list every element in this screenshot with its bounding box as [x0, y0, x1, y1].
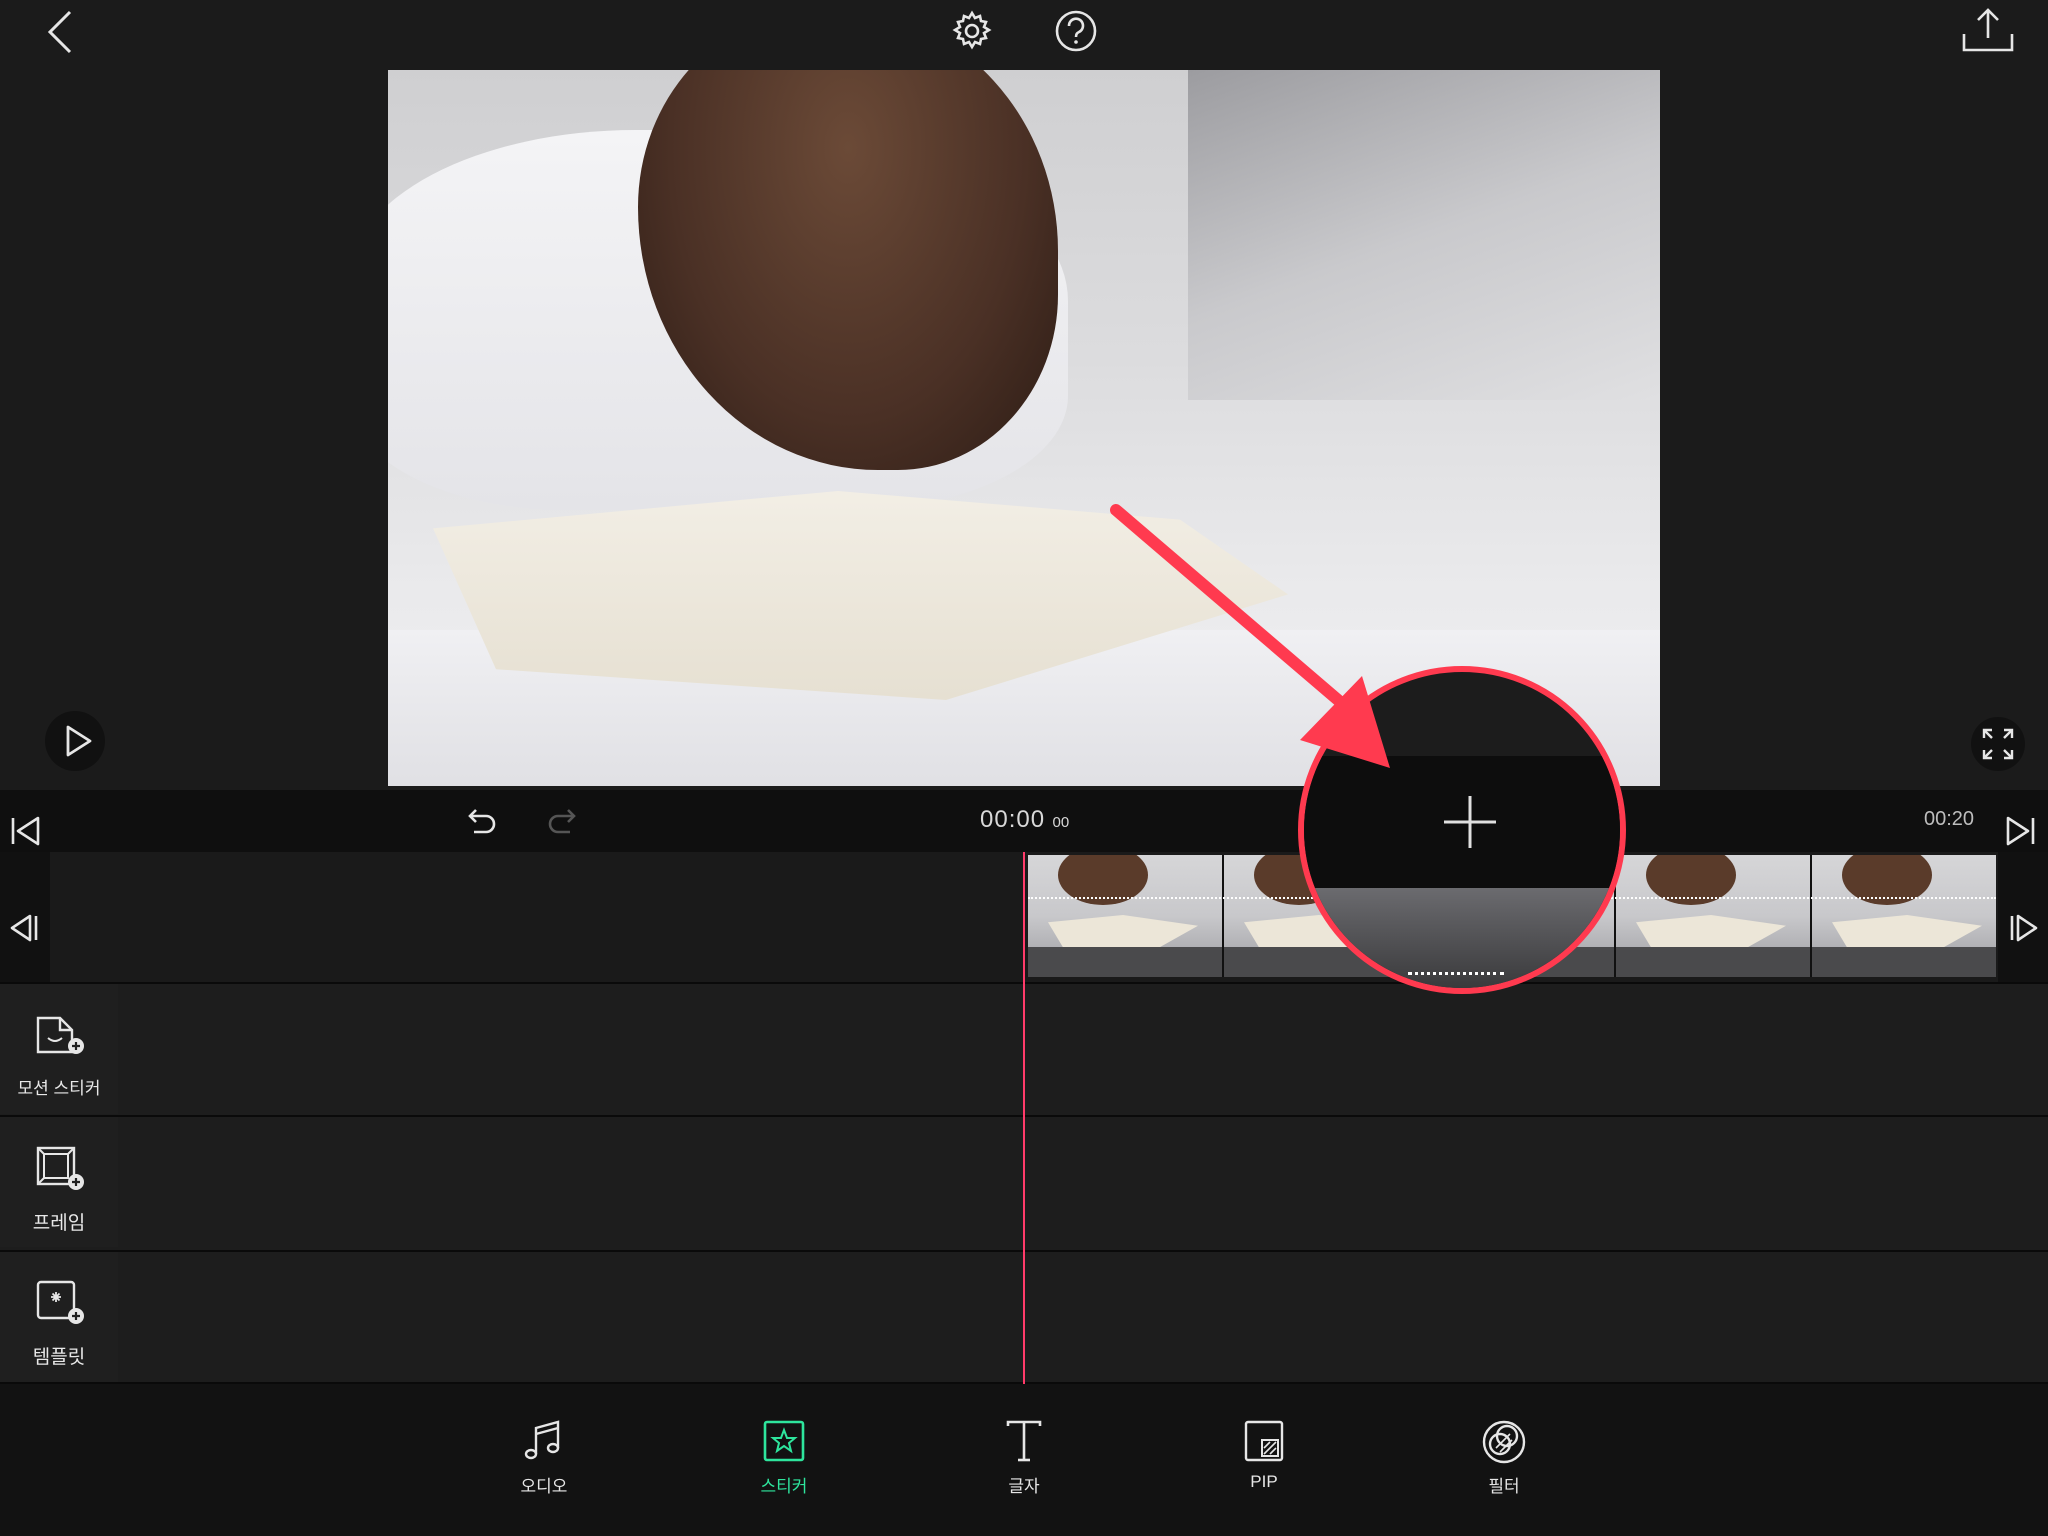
tool-label: 오디오 — [520, 1477, 568, 1496]
share-upload-icon — [1962, 8, 2014, 52]
prev-frame-icon — [10, 914, 38, 942]
current-time-value: 00:00 — [980, 806, 1046, 833]
text-icon — [1006, 1420, 1042, 1462]
end-time: 00:20 — [1924, 808, 1975, 830]
zoom-audio-line — [1408, 972, 1504, 975]
prev-frame-button[interactable] — [8, 912, 40, 944]
frame-add-button[interactable] — [34, 1144, 86, 1194]
motion-sticker-add-button[interactable] — [34, 1010, 86, 1060]
redo-icon — [548, 809, 576, 834]
fullscreen-button[interactable] — [1970, 716, 2026, 772]
play-button[interactable] — [44, 710, 106, 772]
playhead[interactable] — [1023, 852, 1025, 1384]
tool-pip[interactable]: PIP — [1194, 1418, 1334, 1492]
filter-icon — [1482, 1420, 1526, 1464]
current-frames-value: 00 — [1052, 814, 1070, 831]
next-frame-icon — [2010, 914, 2038, 942]
gear-icon — [952, 10, 992, 50]
tool-label: 스티커 — [760, 1477, 808, 1496]
track-label: 모션 스티커 — [17, 1079, 101, 1098]
preview-pillows — [1188, 70, 1660, 400]
sticker-icon — [763, 1420, 805, 1462]
settings-button[interactable] — [950, 9, 994, 53]
track-label: 템플릿 — [32, 1347, 86, 1368]
tool-label: PIP — [1250, 1472, 1278, 1491]
help-button[interactable] — [1054, 9, 1098, 53]
back-button[interactable] — [40, 8, 84, 56]
track-label: 프레임 — [32, 1213, 86, 1234]
question-circle-icon — [1055, 10, 1097, 52]
jump-to-start-button[interactable] — [8, 814, 42, 848]
tool-filter[interactable]: 필터 — [1434, 1418, 1574, 1497]
fullscreen-icon — [1971, 717, 2025, 771]
template-add-button[interactable] — [34, 1278, 86, 1328]
chevron-left-icon — [47, 10, 72, 54]
tool-label: 필터 — [1488, 1477, 1520, 1496]
top-bar — [0, 0, 2048, 70]
template-add-icon — [36, 1280, 84, 1324]
next-frame-button[interactable] — [2008, 912, 2040, 944]
music-note-icon — [524, 1420, 560, 1460]
pip-icon — [1244, 1420, 1284, 1462]
motion-sticker-add-icon — [36, 1016, 84, 1054]
skip-end-icon — [2006, 816, 2035, 846]
jump-to-end-button[interactable] — [2004, 814, 2038, 848]
tool-sticker[interactable]: 스티커 — [714, 1418, 854, 1497]
skip-start-icon — [11, 816, 40, 846]
current-time: 00:00 00 — [980, 806, 1069, 834]
annotation-arrow — [1110, 504, 1390, 768]
tool-audio[interactable]: 오디오 — [474, 1418, 614, 1497]
tool-label: 글자 — [1008, 1477, 1040, 1496]
clip-thumbnail — [1812, 855, 1996, 977]
undo-icon — [468, 809, 496, 834]
export-button[interactable] — [1960, 6, 2016, 56]
tool-text[interactable]: 글자 — [954, 1418, 1094, 1497]
frame-add-icon — [36, 1146, 84, 1190]
undo-button[interactable] — [462, 802, 498, 838]
redo-button[interactable] — [546, 802, 582, 838]
play-icon — [45, 711, 105, 771]
clip-thumbnail — [1028, 855, 1224, 977]
clip-thumbnail — [1616, 855, 1812, 977]
